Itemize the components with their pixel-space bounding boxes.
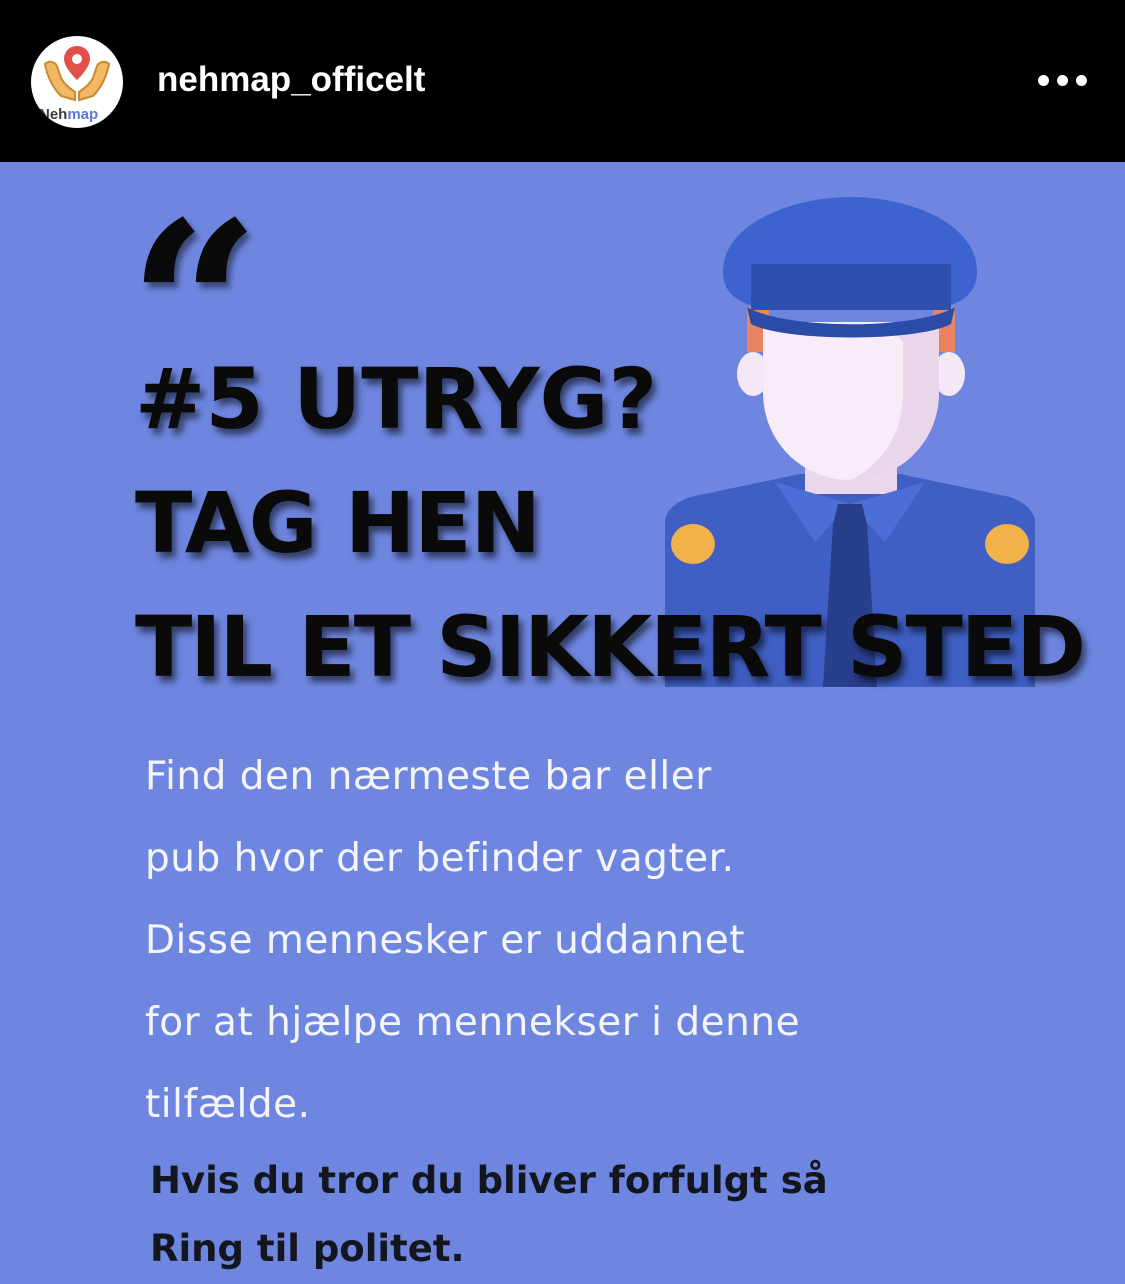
more-options-icon[interactable]: [1028, 62, 1088, 100]
more-dot: [1038, 75, 1049, 86]
avatar-logo-text: Nehmap: [39, 106, 98, 123]
headline-line-2: TAG HEN: [135, 474, 541, 572]
post-header: Nehmap nehmap_officelt: [0, 0, 1125, 162]
more-dot: [1076, 75, 1087, 86]
profile-avatar[interactable]: Nehmap: [31, 36, 123, 128]
call-to-action-line-1: Hvis du tror du bliver forfulgt så: [150, 1159, 828, 1202]
instagram-post-screen: Nehmap nehmap_officelt “ #5 UTRYG? TAG H…: [0, 0, 1125, 1284]
post-image[interactable]: “ #5 UTRYG? TAG HEN TIL ET SIKKERT STED …: [0, 162, 1125, 1284]
username-link[interactable]: nehmap_officelt: [157, 58, 425, 102]
logo-text-prefix: Neh: [39, 106, 68, 123]
body-text-line-1: Find den nærmeste bar eller: [145, 754, 712, 799]
call-to-action-line-2: Ring til politet.: [150, 1227, 465, 1270]
body-text-line-5: tilfælde.: [145, 1082, 311, 1127]
more-dot: [1057, 75, 1068, 86]
body-text-line-4: for at hjælpe mennekser i denne: [145, 1000, 801, 1045]
logo-text-suffix: map: [67, 106, 99, 123]
body-text-line-3: Disse mennesker er uddannet: [145, 918, 746, 963]
headline-line-1: #5 UTRYG?: [135, 350, 658, 448]
body-text-line-2: pub hvor der befinder vagter.: [145, 836, 735, 881]
headline-line-3: TIL ET SIKKERT STED: [135, 598, 1086, 696]
